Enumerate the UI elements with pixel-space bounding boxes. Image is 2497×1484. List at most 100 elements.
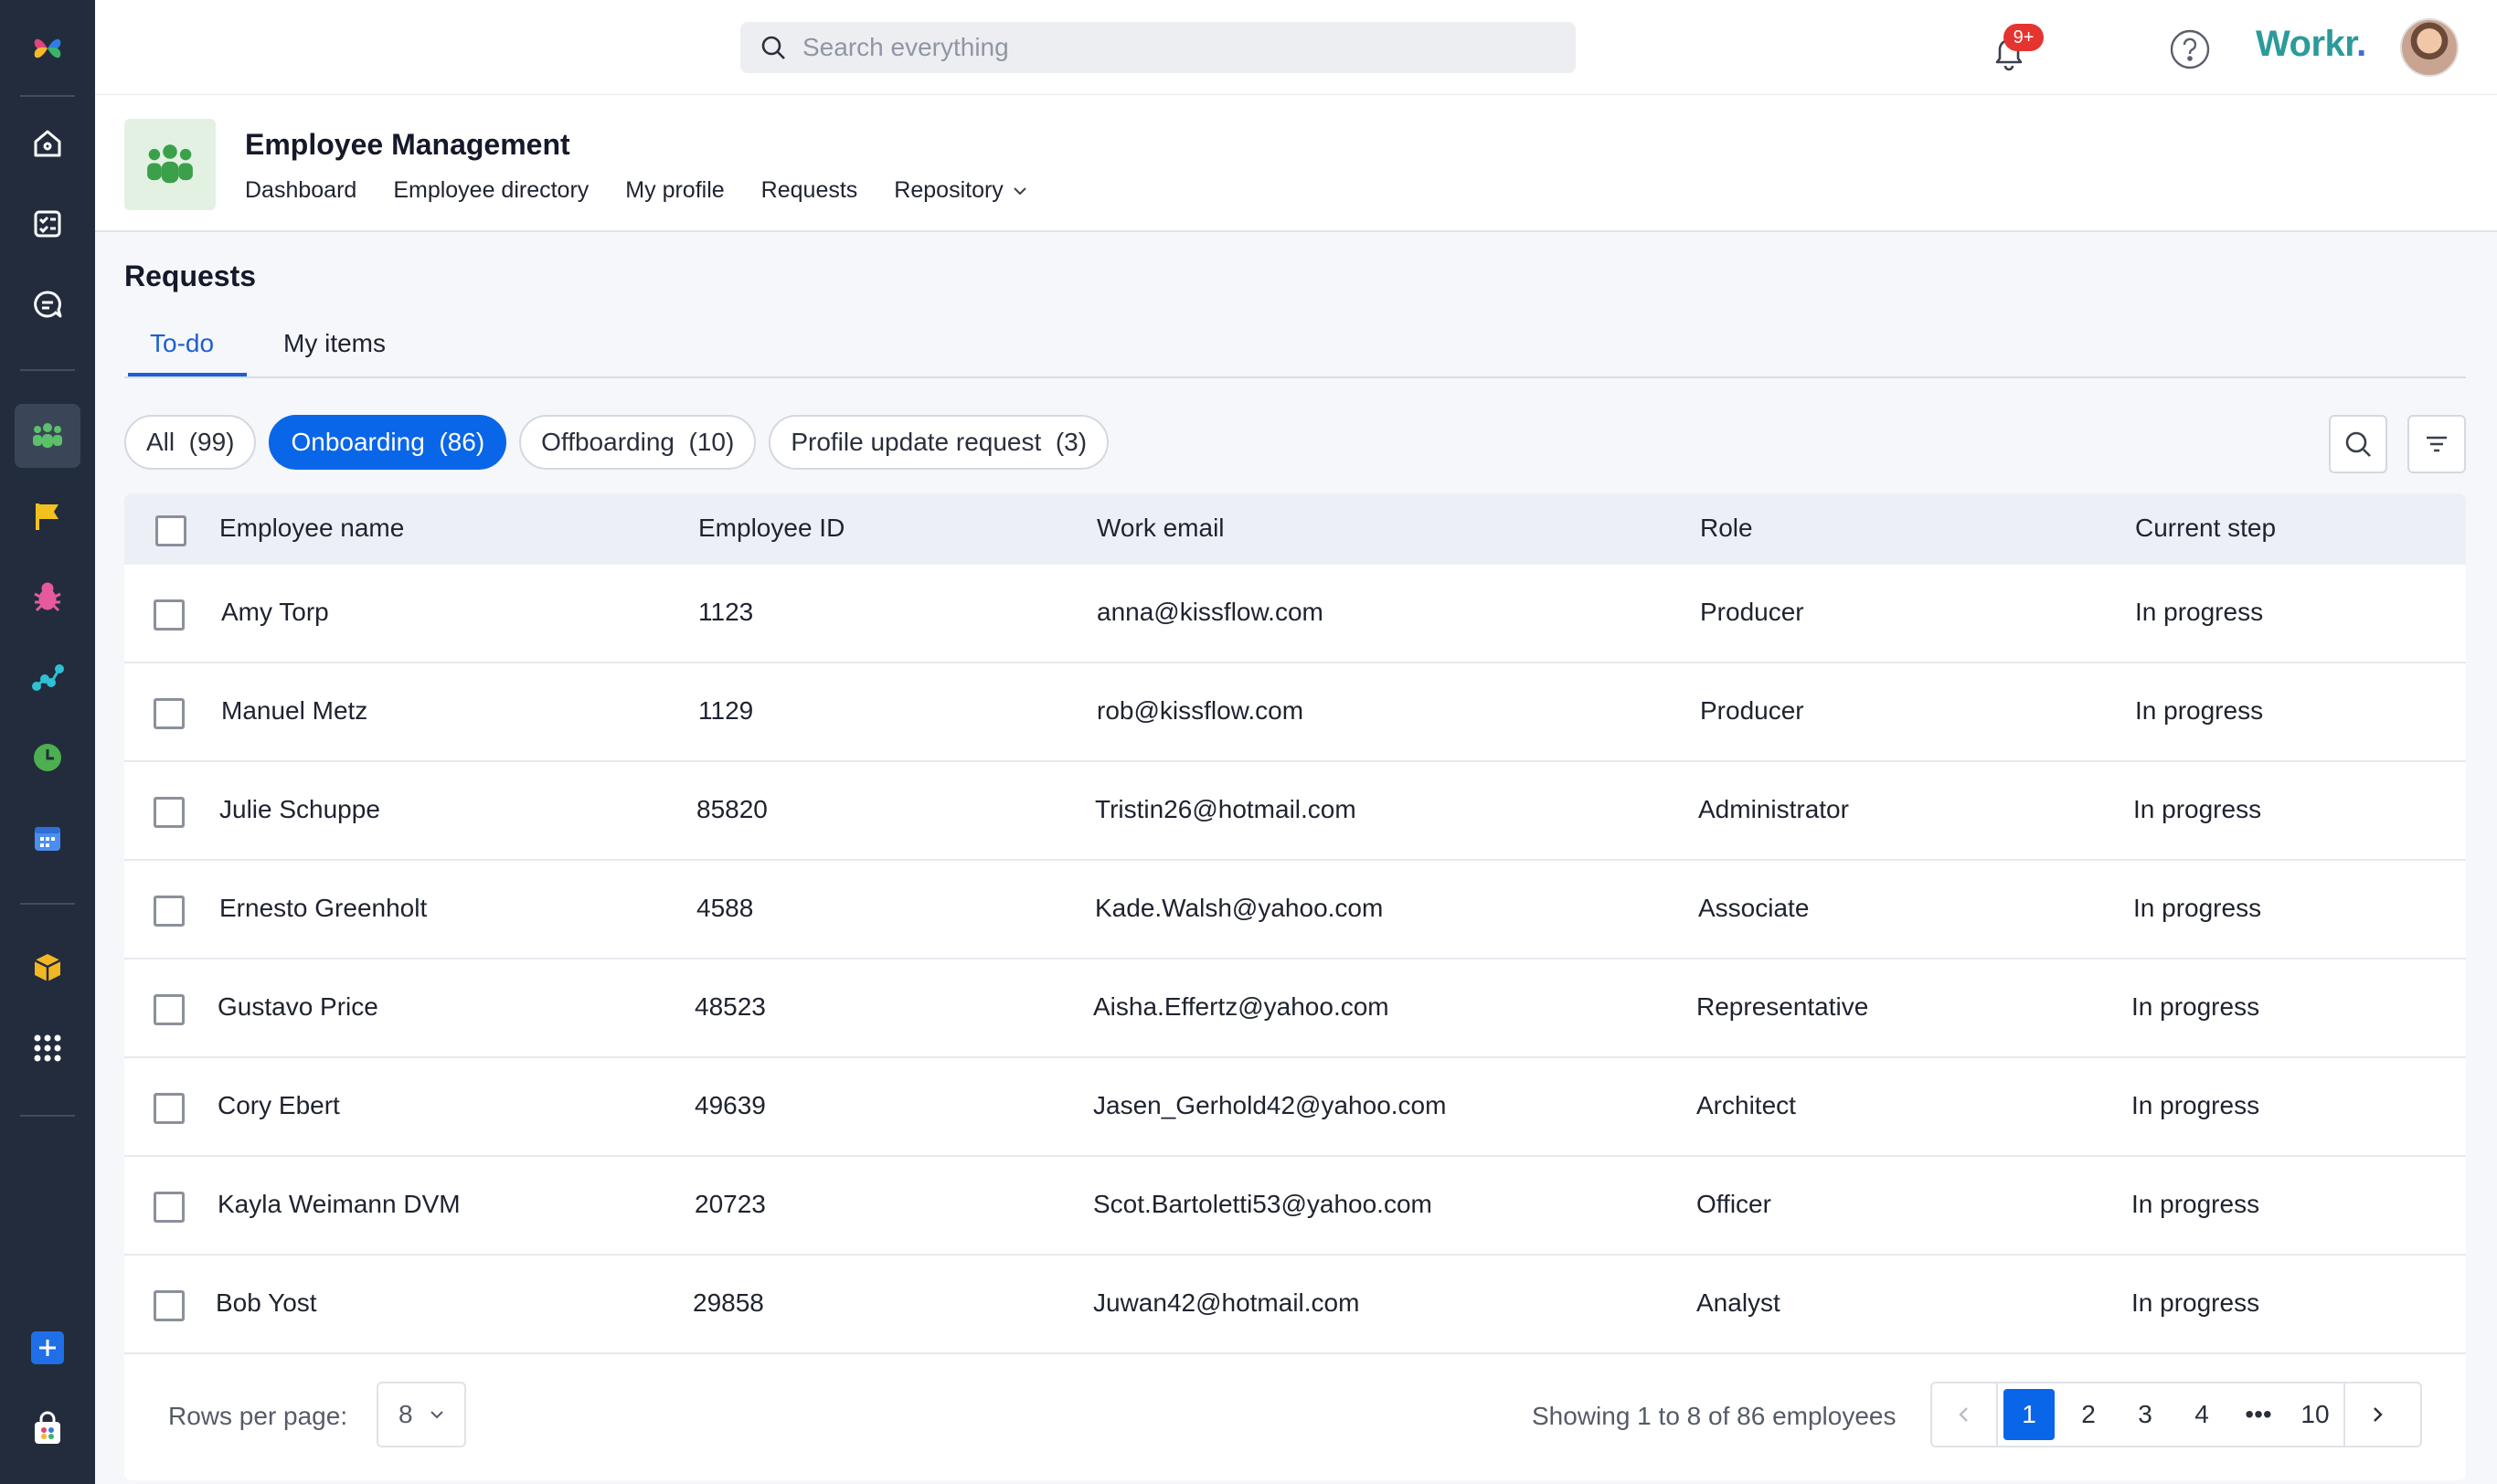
employee-name-cell: Ernesto Greenholt	[219, 894, 428, 922]
chevron-down-icon	[1014, 186, 1026, 195]
tasks-icon[interactable]	[15, 192, 80, 256]
role-cell: Officer	[1696, 1190, 1771, 1218]
page-button-2[interactable]: 2	[2060, 1389, 2117, 1440]
column-header-employee-id[interactable]: Employee ID	[698, 514, 845, 543]
employee-management-icon[interactable]	[15, 404, 80, 468]
employee-id-cell: 1123	[698, 598, 754, 626]
row-checkbox[interactable]	[154, 1093, 185, 1124]
chip-onboarding[interactable]: Onboarding (86)	[269, 415, 507, 470]
table-row[interactable]: Manuel Metz 1129 rob@kissflow.com Produc…	[124, 663, 2466, 762]
rail-divider	[20, 95, 75, 97]
rows-per-page-select[interactable]: 8	[377, 1382, 466, 1447]
employee-name-cell: Gustavo Price	[218, 992, 378, 1021]
nav-repository[interactable]: Repository	[894, 177, 1029, 204]
table-header: Employee name Employee ID Work email Rol…	[124, 493, 2466, 565]
role-cell: Administrator	[1698, 795, 1849, 823]
search-input[interactable]	[801, 32, 1550, 63]
brand-dot: .	[2356, 24, 2366, 64]
requests-table: Employee name Employee ID Work email Rol…	[124, 493, 2466, 1480]
role-cell: Producer	[1700, 696, 1804, 725]
role-cell: Producer	[1700, 598, 1804, 626]
chip-all[interactable]: All (99)	[124, 415, 257, 470]
home-icon[interactable]	[15, 111, 80, 175]
store-bag-icon[interactable]	[15, 1396, 80, 1460]
row-checkbox[interactable]	[154, 698, 185, 729]
prev-page-button[interactable]	[1932, 1389, 1996, 1440]
top-bar	[95, 0, 2497, 95]
table-row[interactable]: Bob Yost 29858 Juwan42@hotmail.com Analy…	[124, 1256, 2466, 1354]
nav-employee-directory[interactable]: Employee directory	[393, 177, 589, 204]
table-row[interactable]: Gustavo Price 48523 Aisha.Effertz@yahoo.…	[124, 959, 2466, 1058]
chip-offboarding[interactable]: Offboarding (10)	[519, 415, 757, 470]
column-header-current-step[interactable]: Current step	[2135, 514, 2276, 543]
filter-button[interactable]	[2407, 415, 2466, 473]
work-email-cell: Tristin26@hotmail.com	[1095, 795, 1356, 823]
chip-profile-update-request[interactable]: Profile update request (3)	[769, 415, 1110, 470]
help-icon[interactable]	[2168, 27, 2212, 71]
page-button-1[interactable]: 1	[2003, 1389, 2055, 1440]
global-search[interactable]	[740, 22, 1576, 73]
page-button-4[interactable]: 4	[2173, 1389, 2230, 1440]
add-icon[interactable]	[15, 1316, 80, 1380]
current-step-cell: In progress	[2131, 1288, 2260, 1317]
pipeline-icon[interactable]	[15, 645, 80, 709]
user-avatar[interactable]	[2400, 18, 2459, 77]
employee-name-cell: Kayla Weimann DVM	[218, 1190, 461, 1218]
column-header-employee-name[interactable]: Employee name	[219, 514, 404, 543]
app-logo-icon[interactable]	[15, 16, 80, 80]
employee-id-cell: 49639	[695, 1091, 766, 1119]
table-row[interactable]: Amy Torp 1123 anna@kissflow.com Producer…	[124, 565, 2466, 663]
current-step-cell: In progress	[2131, 1091, 2260, 1119]
page-button-10[interactable]: 10	[2287, 1389, 2343, 1440]
column-header-role[interactable]: Role	[1700, 514, 1753, 543]
table-row[interactable]: Cory Ebert 49639 Jasen_Gerhold42@yahoo.c…	[124, 1058, 2466, 1157]
row-checkbox[interactable]	[154, 797, 185, 828]
tab-to-do[interactable]: To-do	[150, 329, 214, 358]
chevron-left-icon	[1959, 1407, 1968, 1422]
page-title: Requests	[124, 260, 257, 292]
row-checkbox[interactable]	[154, 1290, 185, 1321]
flag-icon[interactable]	[15, 484, 80, 548]
page-button-3[interactable]: 3	[2117, 1389, 2173, 1440]
package-icon[interactable]	[15, 936, 80, 1000]
employee-id-cell: 85820	[696, 795, 768, 823]
table-row[interactable]: Kayla Weimann DVM 20723 Scot.Bartoletti5…	[124, 1157, 2466, 1256]
brand-logo: Workr.	[2256, 24, 2366, 65]
select-all-checkbox[interactable]	[155, 515, 186, 546]
role-cell: Architect	[1696, 1091, 1796, 1119]
next-page-button[interactable]	[2345, 1389, 2409, 1440]
table-search-button[interactable]	[2329, 415, 2387, 473]
row-checkbox[interactable]	[154, 1192, 185, 1223]
row-checkbox[interactable]	[154, 599, 185, 631]
employee-id-cell: 1129	[698, 696, 754, 725]
apps-grid-icon[interactable]	[15, 1016, 80, 1080]
bug-icon[interactable]	[15, 565, 80, 629]
clock-icon[interactable]	[15, 726, 80, 790]
column-header-work-email[interactable]: Work email	[1097, 514, 1225, 543]
row-checkbox[interactable]	[154, 994, 185, 1025]
current-step-cell: In progress	[2133, 894, 2262, 922]
table-row[interactable]: Julie Schuppe 85820 Tristin26@hotmail.co…	[124, 762, 2466, 861]
work-email-cell: Juwan42@hotmail.com	[1093, 1288, 1360, 1317]
rows-per-page-value: 8	[398, 1400, 413, 1428]
brand-name: Workr	[2256, 24, 2357, 64]
table-row[interactable]: Ernesto Greenholt 4588 Kade.Walsh@yahoo.…	[124, 861, 2466, 959]
calendar-icon[interactable]	[15, 806, 80, 870]
left-rail	[0, 0, 95, 1484]
chevron-right-icon	[2374, 1407, 2383, 1422]
table-footer: Rows per page: 8 Showing 1 to 8 of 86 em…	[124, 1356, 2466, 1480]
employee-id-cell: 20723	[695, 1190, 766, 1218]
role-cell: Analyst	[1696, 1288, 1780, 1317]
nav-requests[interactable]: Requests	[761, 177, 858, 204]
nav-dashboard[interactable]: Dashboard	[245, 177, 356, 204]
tab-my-items[interactable]: My items	[283, 329, 386, 358]
nav-my-profile[interactable]: My profile	[625, 177, 724, 204]
chat-icon[interactable]	[15, 272, 80, 336]
role-cell: Representative	[1696, 992, 1869, 1021]
filter-chips: All (99) Onboarding (86) Offboarding (10…	[124, 415, 1110, 470]
current-step-cell: In progress	[2135, 696, 2264, 725]
employee-id-cell: 29858	[693, 1288, 764, 1317]
employee-name-cell: Cory Ebert	[218, 1091, 340, 1119]
page-ellipsis: •••	[2245, 1400, 2272, 1428]
row-checkbox[interactable]	[154, 896, 185, 927]
